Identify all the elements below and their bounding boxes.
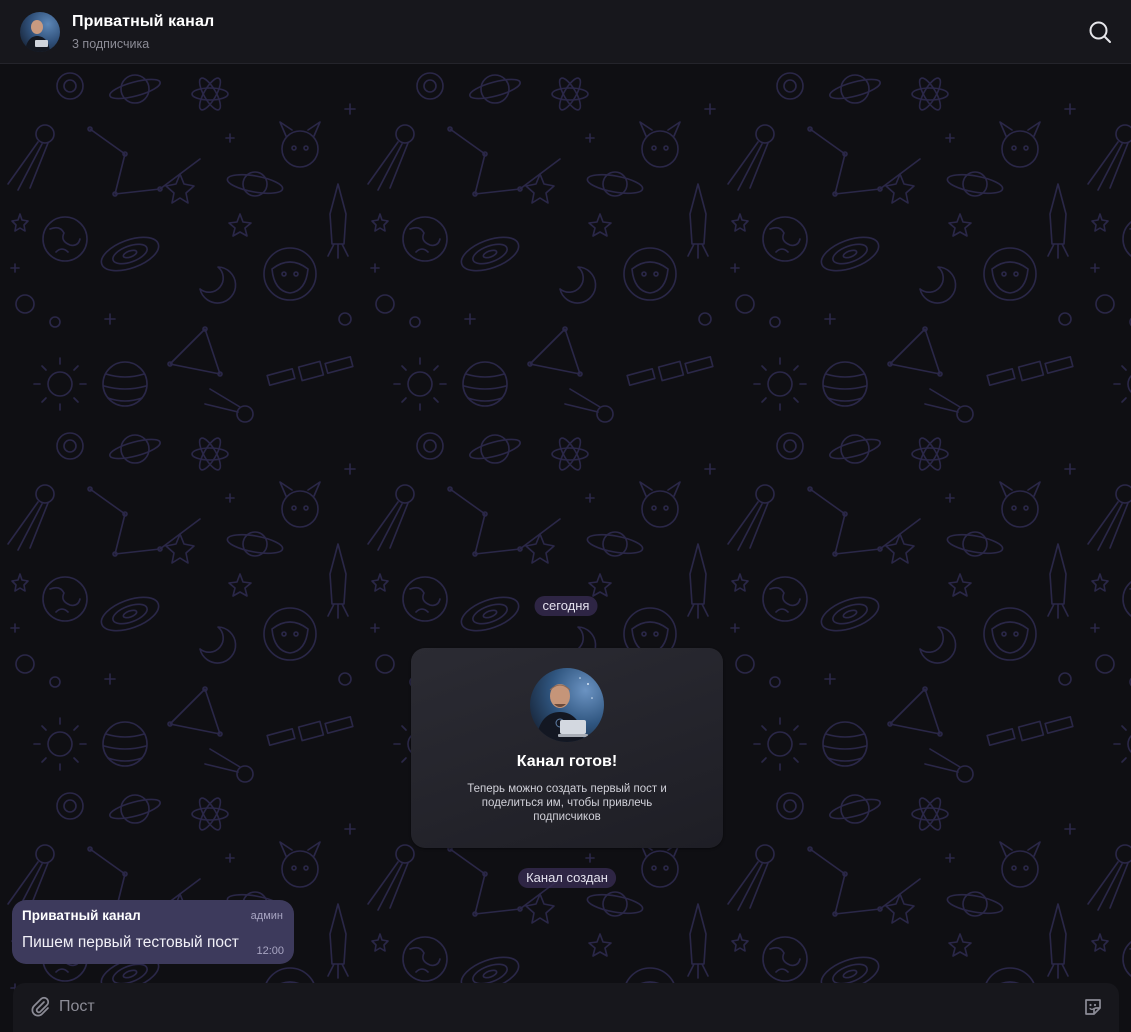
channel-ready-card: Канал готов! Теперь можно создать первый… bbox=[411, 648, 723, 848]
sticker-icon bbox=[1085, 999, 1101, 1015]
search-icon bbox=[1089, 21, 1111, 43]
subscriber-count: 3 подписчика bbox=[72, 37, 150, 51]
card-description: Теперь можно создать первый пост и подел… bbox=[467, 783, 667, 823]
search-button[interactable] bbox=[1085, 17, 1115, 47]
channel-created-notice: Канал создан bbox=[518, 868, 616, 888]
paperclip-icon bbox=[31, 996, 50, 1017]
app-window: Приватный канал 3 подписчика сегодня Кан… bbox=[0, 0, 1131, 1032]
chat-header[interactable]: Приватный канал 3 подписчика bbox=[0, 0, 1131, 64]
admin-badge: админ bbox=[250, 910, 283, 922]
channel-avatar-large[interactable] bbox=[530, 668, 604, 742]
date-divider: сегодня bbox=[534, 596, 598, 616]
post-input[interactable] bbox=[59, 993, 1039, 1021]
channel-avatar[interactable] bbox=[20, 12, 60, 52]
attach-button[interactable] bbox=[29, 996, 51, 1018]
avatar-photo-icon bbox=[530, 668, 604, 742]
channel-title: Приватный канал bbox=[72, 13, 215, 30]
message-time: 12:00 bbox=[256, 945, 284, 957]
message-bubble[interactable]: Приватный канал админ Пишем первый тесто… bbox=[12, 900, 294, 964]
card-title: Канал готов! bbox=[516, 753, 618, 770]
message-composer bbox=[13, 983, 1119, 1032]
message-text: Пишем первый тестовый пост bbox=[22, 934, 239, 951]
message-author[interactable]: Приватный канал bbox=[22, 908, 141, 923]
sticker-button[interactable] bbox=[1082, 996, 1104, 1018]
avatar-photo-icon bbox=[20, 12, 60, 52]
